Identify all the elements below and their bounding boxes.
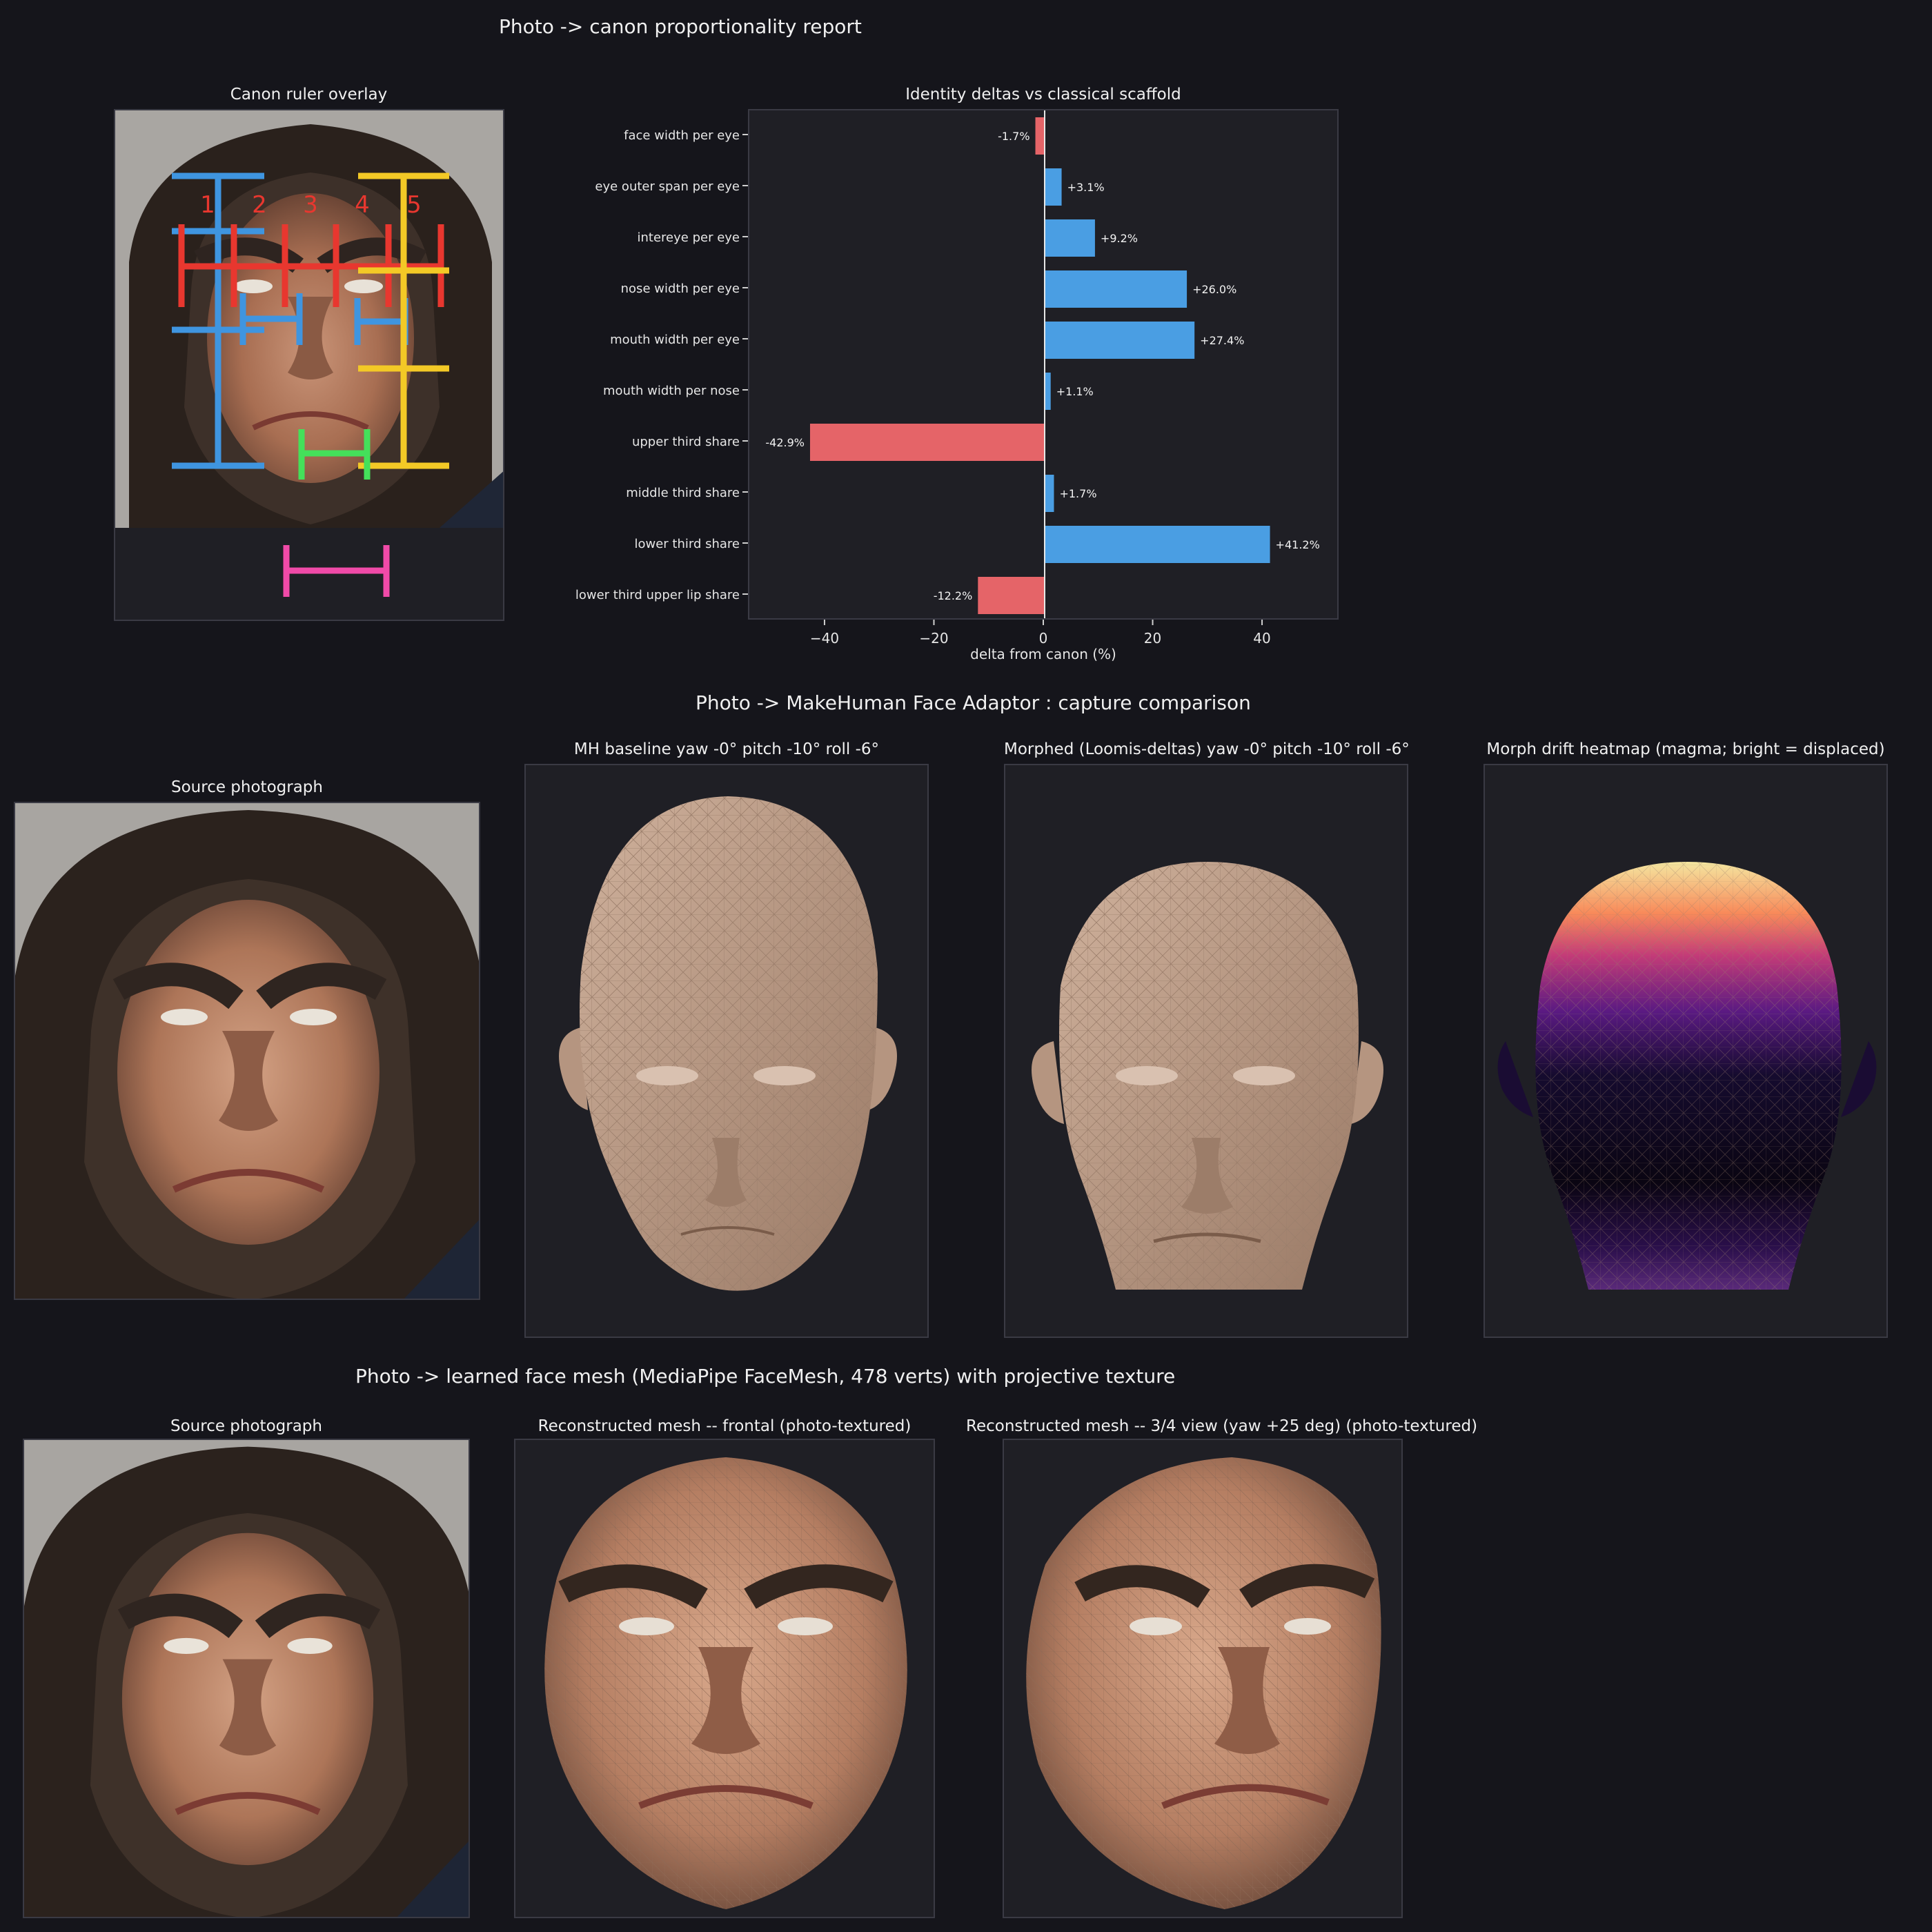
- morphed-title: Morphed (Loomis-deltas) yaw -0° pitch -1…: [1004, 740, 1410, 758]
- category-label-8: lower third share: [634, 537, 740, 551]
- three-quarter-title: Reconstructed mesh -- 3/4 view (yaw +25 …: [966, 1417, 1478, 1435]
- source-photo-image-3: [24, 1440, 469, 1917]
- category-label-0: face width per eye: [624, 128, 740, 143]
- category-label-2: intereye per eye: [638, 230, 740, 245]
- category-label-3: nose width per eye: [621, 282, 740, 296]
- reconstructed-three-quarter-panel: [1003, 1439, 1403, 1918]
- x-tick-label-0: −40: [810, 630, 839, 647]
- morphed-head-mesh: [1032, 862, 1383, 1290]
- reconstructed-frontal-panel: [514, 1439, 935, 1918]
- category-label-4: mouth width per eye: [610, 333, 740, 347]
- heatmap-title: Morph drift heatmap (magma; bright = dis…: [1486, 740, 1885, 758]
- category-label-5: mouth width per nose: [603, 384, 740, 398]
- mh-baseline-head-mesh: [559, 796, 897, 1291]
- source-photo-title-3: Source photograph: [170, 1417, 322, 1435]
- x-tick-label-4: 40: [1253, 630, 1270, 647]
- reconstructed-mesh-three-quarter: [1026, 1457, 1381, 1909]
- reconstructed-mesh-frontal: [544, 1457, 907, 1909]
- source-photograph-3: [23, 1439, 470, 1918]
- morph-drift-heatmap: [1497, 862, 1877, 1290]
- category-label-7: middle third share: [626, 486, 740, 500]
- category-label-9: lower third upper lip share: [575, 588, 740, 602]
- baseline-title: MH baseline yaw -0° pitch -10° roll -6°: [573, 740, 880, 758]
- section2-title: Photo -> MakeHuman Face Adaptor : captur…: [696, 691, 1251, 714]
- source-photograph-2: [14, 802, 480, 1300]
- x-tick-label-2: 0: [1039, 630, 1048, 647]
- chart-xlabel: delta from canon (%): [970, 646, 1116, 662]
- source-photo-title-2: Source photograph: [171, 778, 323, 796]
- category-label-6: upper third share: [632, 435, 740, 449]
- section3-title: Photo -> learned face mesh (MediaPipe Fa…: [355, 1365, 1176, 1388]
- morph-drift-heatmap-panel: [1483, 764, 1888, 1338]
- mh-baseline-panel: [524, 764, 929, 1338]
- x-tick-label-3: 20: [1144, 630, 1161, 647]
- morphed-panel: [1004, 764, 1408, 1338]
- chart-axis-labels: face width per eye eye outer span per eye…: [575, 128, 1271, 647]
- category-label-1: eye outer span per eye: [595, 179, 740, 194]
- source-photo-image-2: [15, 803, 479, 1299]
- frontal-title: Reconstructed mesh -- frontal (photo-tex…: [538, 1417, 911, 1435]
- x-tick-label-1: −20: [919, 630, 948, 647]
